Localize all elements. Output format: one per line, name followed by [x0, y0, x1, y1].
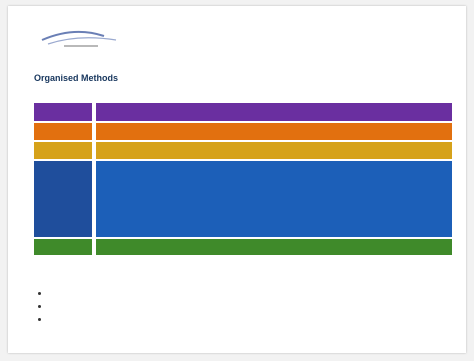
blue-subitem: [239, 220, 309, 227]
bullet-icon: [38, 292, 41, 295]
row-label: [34, 123, 92, 140]
company-logo: [41, 30, 117, 47]
blue-item: [279, 175, 327, 189]
row-label: [34, 103, 92, 121]
row-bar: [96, 103, 452, 121]
row-orange: [34, 123, 452, 140]
bullet-item: [38, 291, 47, 295]
row-label: [34, 161, 92, 237]
row-bar: [96, 239, 452, 255]
slide-title: Organised Methods: [34, 73, 119, 83]
blue-item: [336, 175, 384, 189]
bullet-icon: [38, 305, 41, 308]
row-green: [34, 239, 452, 255]
blue-item: [221, 175, 269, 189]
row-label: [34, 142, 92, 159]
blue-item: [393, 175, 441, 189]
hierarchy-diagram: [34, 103, 452, 255]
bullet-item: [38, 304, 47, 308]
blue-items: [96, 175, 452, 189]
row-blue: [34, 161, 452, 237]
blue-subitem: [239, 205, 309, 212]
blue-item: [107, 175, 155, 189]
row-bar: [96, 123, 452, 140]
bullet-item: [38, 317, 47, 321]
row-bar: [96, 142, 452, 159]
bullet-icon: [38, 318, 41, 321]
blue-panel: [96, 161, 452, 237]
row-label: [34, 239, 92, 255]
bullet-list: [38, 291, 47, 330]
blue-item: [164, 175, 212, 189]
slide: Organised Methods: [8, 6, 466, 353]
row-gold: [34, 142, 452, 159]
row-purple: [34, 103, 452, 121]
